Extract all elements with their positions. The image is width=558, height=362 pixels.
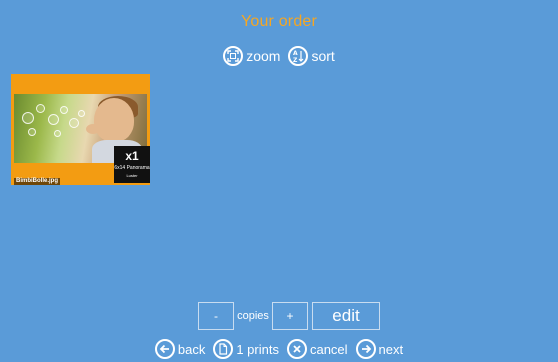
- decrease-copies-button[interactable]: -: [198, 302, 234, 330]
- print-finish-label: Luster: [126, 173, 138, 178]
- prints-label: 1 prints: [236, 341, 279, 357]
- quantity-label: x1: [125, 149, 139, 163]
- order-item-thumbnail[interactable]: x1 6x14 Panorama Luster BimbiBolle.jpg: [11, 74, 150, 185]
- close-icon: [286, 339, 307, 359]
- cancel-label: cancel: [309, 341, 348, 357]
- expand-icon: [223, 46, 244, 66]
- sort-button[interactable]: A Z sort: [288, 46, 335, 66]
- back-label: back: [177, 341, 206, 357]
- svg-text:A: A: [293, 50, 298, 57]
- svg-text:Z: Z: [293, 57, 298, 63]
- prints-count: 1 prints: [213, 339, 279, 359]
- top-toolbar: zoom A Z sort: [0, 46, 558, 66]
- filename-label: BimbiBolle.jpg: [14, 178, 60, 185]
- arrow-right-icon: [355, 339, 376, 359]
- edit-button[interactable]: edit: [312, 302, 380, 330]
- increase-copies-button[interactable]: +: [272, 302, 308, 330]
- sort-label: sort: [311, 48, 335, 64]
- document-icon: [213, 339, 234, 359]
- next-button[interactable]: next: [355, 339, 404, 359]
- arrow-left-icon: [154, 339, 175, 359]
- zoom-label: zoom: [246, 48, 281, 64]
- next-label: next: [378, 341, 404, 357]
- print-info-box: x1 6x14 Panorama Luster: [114, 146, 150, 183]
- page-title: Your order: [240, 13, 318, 30]
- back-button[interactable]: back: [154, 339, 206, 359]
- sort-az-icon: A Z: [288, 46, 309, 66]
- zoom-button[interactable]: zoom: [223, 46, 280, 66]
- cancel-button[interactable]: cancel: [286, 339, 348, 359]
- bottom-navigation: back 1 prints cancel next: [0, 339, 558, 359]
- copies-controls: - copies + edit: [198, 302, 380, 330]
- copies-label: copies: [237, 310, 269, 322]
- print-size-label: 6x14 Panorama: [114, 165, 150, 171]
